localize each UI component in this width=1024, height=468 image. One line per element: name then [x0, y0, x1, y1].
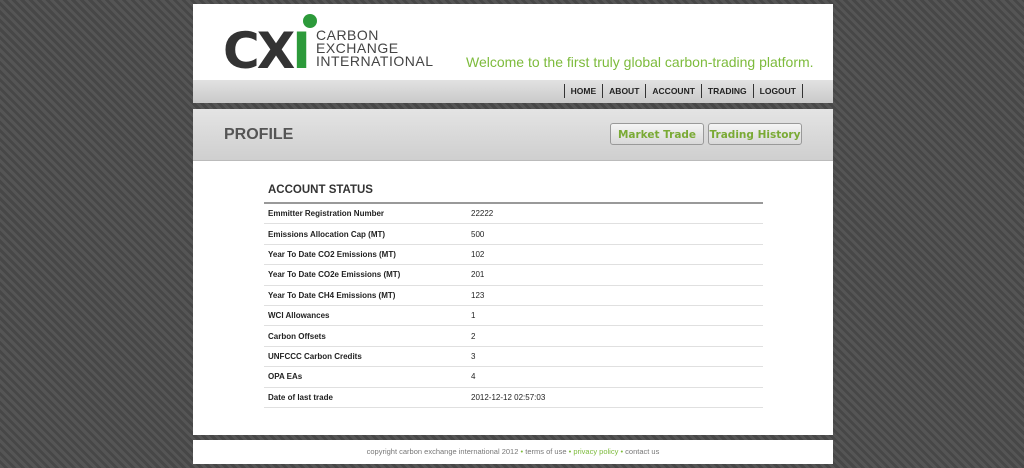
- nav-home[interactable]: HOME: [565, 84, 604, 98]
- site-footer: copyright carbon exchange international …: [193, 440, 833, 464]
- footer-separator: •: [520, 447, 524, 456]
- row-value: 1: [471, 311, 476, 321]
- row-label: Year To Date CH4 Emissions (MT): [268, 290, 396, 300]
- row-label: Emissions Allocation Cap (MT): [268, 229, 386, 239]
- row-label: Year To Date CO2 Emissions (MT): [268, 249, 396, 259]
- table-row: WCI Allowances 1: [264, 306, 763, 327]
- table-row: Emmitter Registration Number 22222: [264, 204, 763, 225]
- row-value: 201: [471, 270, 485, 280]
- account-status-section: ACCOUNT STATUS Emmitter Registration Num…: [264, 184, 763, 408]
- contact-link[interactable]: contact us: [625, 447, 659, 456]
- row-value: 102: [471, 249, 485, 259]
- table-row: Year To Date CO2 Emissions (MT) 102: [264, 245, 763, 266]
- row-label: Emmitter Registration Number: [268, 209, 385, 219]
- account-status-table: Emmitter Registration Number 22222 Emissio…: [264, 204, 763, 408]
- nav-logout[interactable]: LOGOUT: [754, 84, 803, 98]
- nav-account[interactable]: ACCOUNT: [646, 84, 702, 98]
- main-nav: HOME ABOUT ACCOUNT TRADING LOGOUT: [563, 84, 803, 98]
- table-row: Date of last trade 2012-12-12 02:57:03: [264, 388, 763, 408]
- logo-mark: CXI: [223, 22, 311, 80]
- nav-trading[interactable]: TRADING: [702, 84, 754, 98]
- row-value: 123: [471, 290, 485, 300]
- page-title: PROFILE: [224, 126, 294, 143]
- account-status-title: ACCOUNT STATUS: [264, 184, 763, 204]
- trading-history-button[interactable]: Trading History: [708, 123, 802, 145]
- table-row: Year To Date CH4 Emissions (MT) 123: [264, 286, 763, 306]
- row-value: 4: [471, 372, 476, 382]
- privacy-link[interactable]: privacy policy: [573, 447, 618, 456]
- row-label: OPA EAs: [268, 372, 303, 382]
- row-value: 2012-12-12 02:57:03: [471, 392, 546, 402]
- row-label: Date of last trade: [268, 392, 333, 402]
- cxi-logo[interactable]: CXI CARBON EXCHANGE INTERNATIONAL: [223, 14, 443, 80]
- nav-about[interactable]: ABOUT: [603, 84, 647, 98]
- row-value: 2: [471, 331, 476, 341]
- row-label: WCI Allowances: [268, 311, 330, 321]
- row-value: 500: [471, 229, 485, 239]
- navbar: HOME ABOUT ACCOUNT TRADING LOGOUT: [193, 80, 833, 103]
- table-row: Carbon Offsets 2: [264, 326, 763, 347]
- footer-separator: •: [620, 447, 624, 456]
- market-trade-button[interactable]: Market Trade: [610, 123, 704, 145]
- table-row: Year To Date CO2e Emissions (MT) 201: [264, 265, 763, 286]
- terms-link[interactable]: terms of use: [525, 447, 566, 456]
- footer-separator: •: [568, 447, 572, 456]
- table-row: Emissions Allocation Cap (MT) 500: [264, 224, 763, 245]
- row-value: 3: [471, 351, 476, 361]
- table-row: UNFCCC Carbon Credits 3: [264, 347, 763, 368]
- main-content: PROFILE Market Trade Trading History ACC…: [193, 109, 833, 435]
- row-label: Year To Date CO2e Emissions (MT): [268, 270, 401, 280]
- row-label: UNFCCC Carbon Credits: [268, 351, 362, 361]
- table-row: OPA EAs 4: [264, 367, 763, 388]
- site-header: CXI CARBON EXCHANGE INTERNATIONAL Welcom…: [193, 4, 833, 103]
- copyright-text: copyright carbon exchange international …: [366, 447, 519, 456]
- profile-bar: PROFILE Market Trade Trading History: [193, 109, 833, 161]
- row-value: 22222: [471, 209, 494, 219]
- logo-wordmark: CARBON EXCHANGE INTERNATIONAL: [316, 27, 434, 69]
- row-label: Carbon Offsets: [268, 331, 326, 341]
- tagline: Welcome to the first truly global carbon…: [466, 54, 814, 70]
